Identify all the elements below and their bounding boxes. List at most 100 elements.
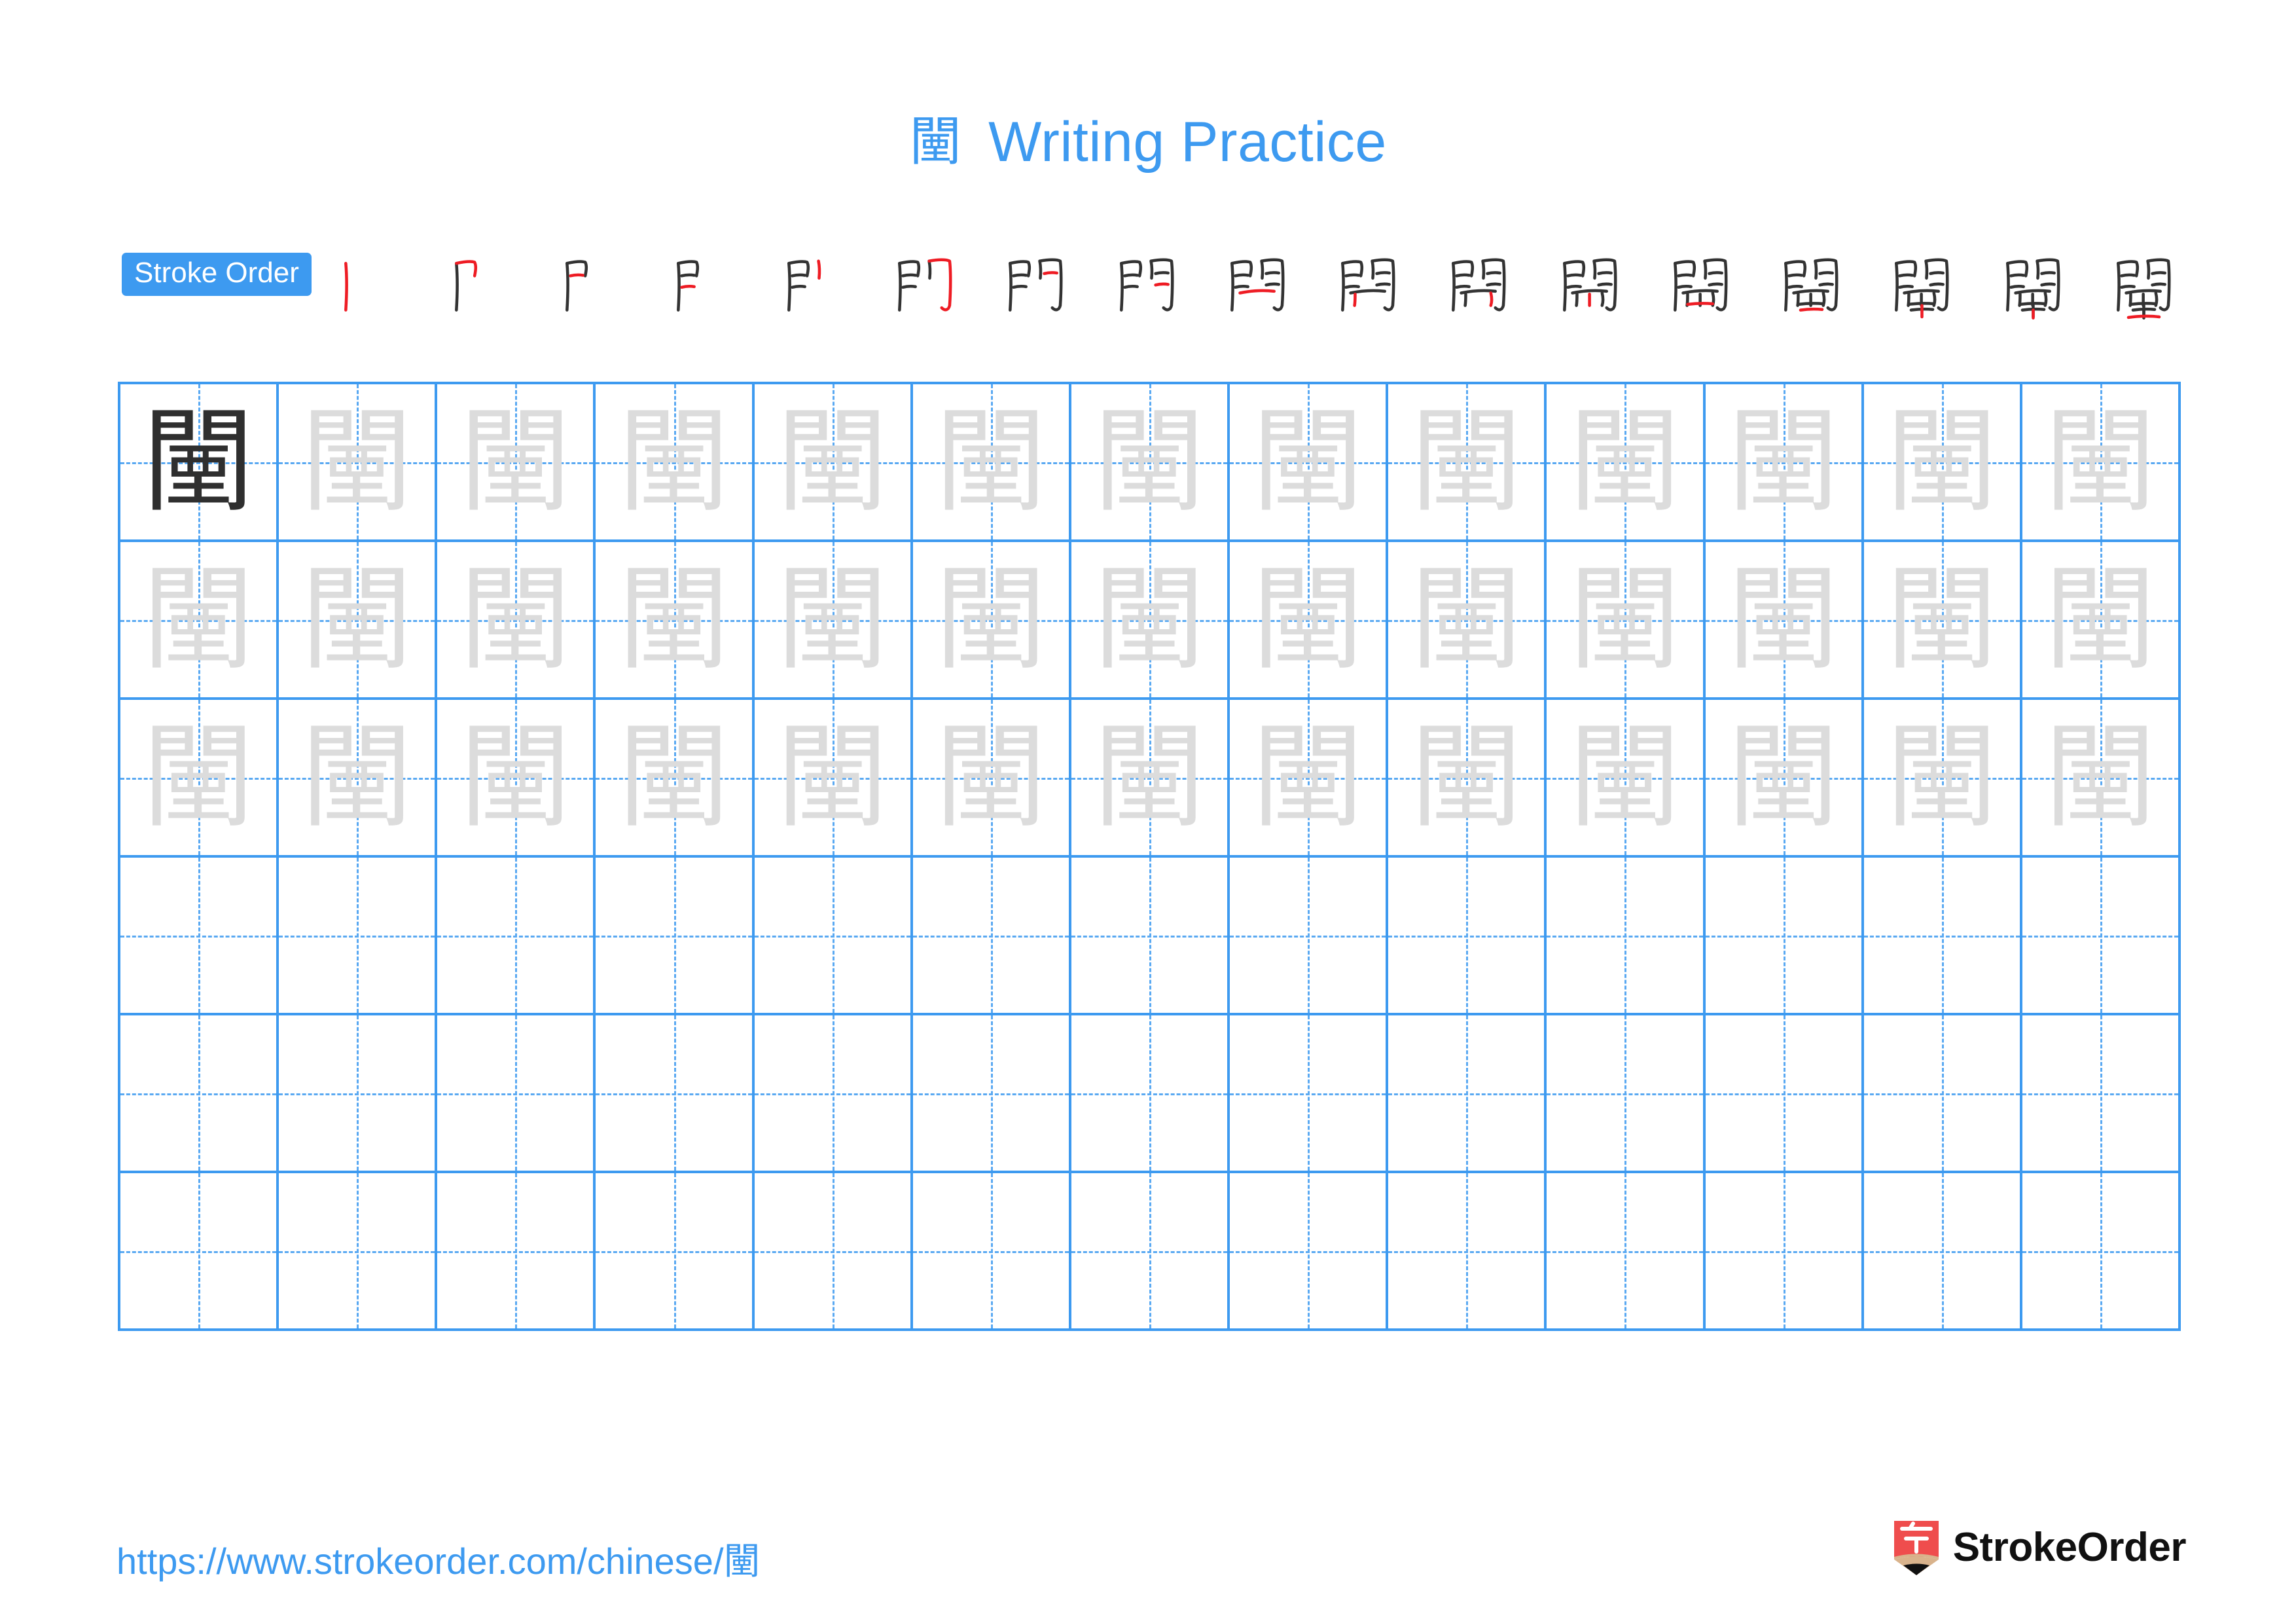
grid-cell-r5-c7[interactable] [1071, 1015, 1230, 1171]
grid-cell-r6-c1[interactable] [120, 1173, 279, 1328]
grid-cell-r4-c8[interactable] [1230, 858, 1389, 1013]
grid-cell-r4-c2[interactable] [279, 858, 438, 1013]
grid-cell-r1-c7[interactable]: 闉 [1071, 384, 1230, 539]
trace-character: 闉 [1093, 711, 1206, 843]
grid-cell-r1-c11[interactable]: 闉 [1705, 384, 1864, 539]
grid-cell-r5-c2[interactable] [279, 1015, 438, 1171]
grid-cell-r1-c13[interactable]: 闉 [2022, 384, 2181, 539]
footer-url[interactable]: https://www.strokeorder.com/chinese/闉 [117, 1532, 761, 1585]
grid-cell-r1-c9[interactable]: 闉 [1388, 384, 1547, 539]
grid-cell-r5-c6[interactable] [912, 1015, 1071, 1171]
trace-character: 闉 [1568, 553, 1681, 685]
grid-row: 闉闉闉闉闉闉闉闉闉闉闉闉闉 [120, 384, 2181, 542]
grid-cell-r6-c13[interactable] [2022, 1173, 2181, 1328]
grid-cell-r6-c4[interactable] [596, 1173, 755, 1328]
trace-character: 闉 [934, 711, 1047, 843]
grid-cell-r3-c7[interactable]: 闉 [1071, 700, 1230, 855]
stroke-step-14 [1761, 246, 1857, 335]
stroke-step-13 [1650, 246, 1747, 335]
grid-cell-r4-c11[interactable] [1705, 858, 1864, 1013]
grid-cell-r4-c4[interactable] [596, 858, 755, 1013]
grid-cell-r5-c9[interactable] [1388, 1015, 1547, 1171]
grid-cell-r6-c6[interactable] [912, 1173, 1071, 1328]
stroke-step-1 [321, 246, 418, 335]
grid-cell-r2-c8[interactable]: 闉 [1230, 542, 1389, 697]
trace-character: 闉 [459, 395, 572, 528]
grid-cell-r3-c4[interactable]: 闉 [596, 700, 755, 855]
grid-cell-r2-c13[interactable]: 闉 [2022, 542, 2181, 697]
grid-cell-r4-c5[interactable] [754, 858, 913, 1013]
grid-row: 闉闉闉闉闉闉闉闉闉闉闉闉闉 [120, 700, 2181, 858]
practice-grid: 闉闉闉闉闉闉闉闉闉闉闉闉闉闉闉闉闉闉闉闉闉闉闉闉闉闉闉闉闉闉闉闉闉闉闉闉闉闉闉 [118, 382, 2181, 1331]
grid-cell-r6-c8[interactable] [1230, 1173, 1389, 1328]
grid-cell-r5-c8[interactable] [1230, 1015, 1389, 1171]
grid-cell-r4-c7[interactable] [1071, 858, 1230, 1013]
trace-character: 闉 [1251, 711, 1365, 843]
grid-cell-r1-c2[interactable]: 闉 [279, 384, 438, 539]
grid-cell-r5-c12[interactable] [1863, 1015, 2022, 1171]
grid-cell-r6-c9[interactable] [1388, 1173, 1547, 1328]
grid-cell-r2-c4[interactable]: 闉 [596, 542, 755, 697]
trace-character: 闉 [776, 711, 889, 843]
grid-cell-r5-c13[interactable] [2022, 1015, 2181, 1171]
grid-cell-r2-c7[interactable]: 闉 [1071, 542, 1230, 697]
grid-cell-r5-c3[interactable] [437, 1015, 596, 1171]
grid-cell-r2-c1[interactable]: 闉 [120, 542, 279, 697]
grid-cell-r4-c3[interactable] [437, 858, 596, 1013]
grid-cell-r3-c3[interactable]: 闉 [437, 700, 596, 855]
grid-cell-r3-c8[interactable]: 闉 [1230, 700, 1389, 855]
grid-row [120, 1173, 2181, 1331]
grid-cell-r6-c3[interactable] [437, 1173, 596, 1328]
grid-cell-r6-c12[interactable] [1863, 1173, 2022, 1328]
grid-cell-r1-c8[interactable]: 闉 [1230, 384, 1389, 539]
grid-cell-r6-c11[interactable] [1705, 1173, 1864, 1328]
grid-cell-r2-c2[interactable]: 闉 [279, 542, 438, 697]
grid-cell-r3-c13[interactable]: 闉 [2022, 700, 2181, 855]
grid-cell-r1-c1[interactable]: 闉 [120, 384, 279, 539]
grid-cell-r4-c6[interactable] [912, 858, 1071, 1013]
stroke-diagram-icon [1895, 258, 1949, 319]
grid-cell-r3-c1[interactable]: 闉 [120, 700, 279, 855]
grid-cell-r1-c6[interactable]: 闉 [912, 384, 1071, 539]
grid-cell-r1-c3[interactable]: 闉 [437, 384, 596, 539]
trace-character: 闉 [1251, 553, 1365, 685]
grid-cell-r6-c5[interactable] [754, 1173, 913, 1328]
grid-cell-r3-c6[interactable]: 闉 [912, 700, 1071, 855]
trace-character: 闉 [1885, 553, 1998, 685]
grid-cell-r2-c3[interactable]: 闉 [437, 542, 596, 697]
grid-cell-r5-c5[interactable] [754, 1015, 913, 1171]
grid-cell-r1-c4[interactable]: 闉 [596, 384, 755, 539]
trace-character: 闉 [776, 395, 889, 528]
grid-cell-r4-c10[interactable] [1547, 858, 1706, 1013]
grid-cell-r2-c5[interactable]: 闉 [754, 542, 913, 697]
grid-cell-r6-c2[interactable] [279, 1173, 438, 1328]
grid-cell-r5-c1[interactable] [120, 1015, 279, 1171]
grid-cell-r5-c10[interactable] [1547, 1015, 1706, 1171]
grid-cell-r4-c1[interactable] [120, 858, 279, 1013]
grid-cell-r6-c7[interactable] [1071, 1173, 1230, 1328]
grid-cell-r3-c9[interactable]: 闉 [1388, 700, 1547, 855]
grid-cell-r2-c10[interactable]: 闉 [1547, 542, 1706, 697]
grid-cell-r2-c11[interactable]: 闉 [1705, 542, 1864, 697]
grid-cell-r3-c2[interactable]: 闉 [279, 700, 438, 855]
grid-cell-r2-c6[interactable]: 闉 [912, 542, 1071, 697]
grid-cell-r2-c9[interactable]: 闉 [1388, 542, 1547, 697]
grid-cell-r4-c12[interactable] [1863, 858, 2022, 1013]
grid-cell-r2-c12[interactable]: 闉 [1863, 542, 2022, 697]
grid-cell-r1-c5[interactable]: 闉 [754, 384, 913, 539]
footer-url-prefix: https://www.strokeorder.com/chinese/ [117, 1541, 724, 1582]
grid-cell-r5-c11[interactable] [1705, 1015, 1864, 1171]
grid-cell-r3-c10[interactable]: 闉 [1547, 700, 1706, 855]
grid-cell-r4-c13[interactable] [2022, 858, 2181, 1013]
trace-character: 闉 [617, 395, 730, 528]
grid-cell-r5-c4[interactable] [596, 1015, 755, 1171]
grid-cell-r3-c12[interactable]: 闉 [1863, 700, 2022, 855]
grid-cell-r3-c5[interactable]: 闉 [754, 700, 913, 855]
stroke-diagram-icon [898, 258, 952, 312]
grid-cell-r6-c10[interactable] [1547, 1173, 1706, 1328]
grid-cell-r1-c10[interactable]: 闉 [1547, 384, 1706, 539]
grid-cell-r4-c9[interactable] [1388, 858, 1547, 1013]
grid-cell-r3-c11[interactable]: 闉 [1705, 700, 1864, 855]
grid-cell-r1-c12[interactable]: 闉 [1863, 384, 2022, 539]
trace-character: 闉 [1410, 711, 1523, 843]
